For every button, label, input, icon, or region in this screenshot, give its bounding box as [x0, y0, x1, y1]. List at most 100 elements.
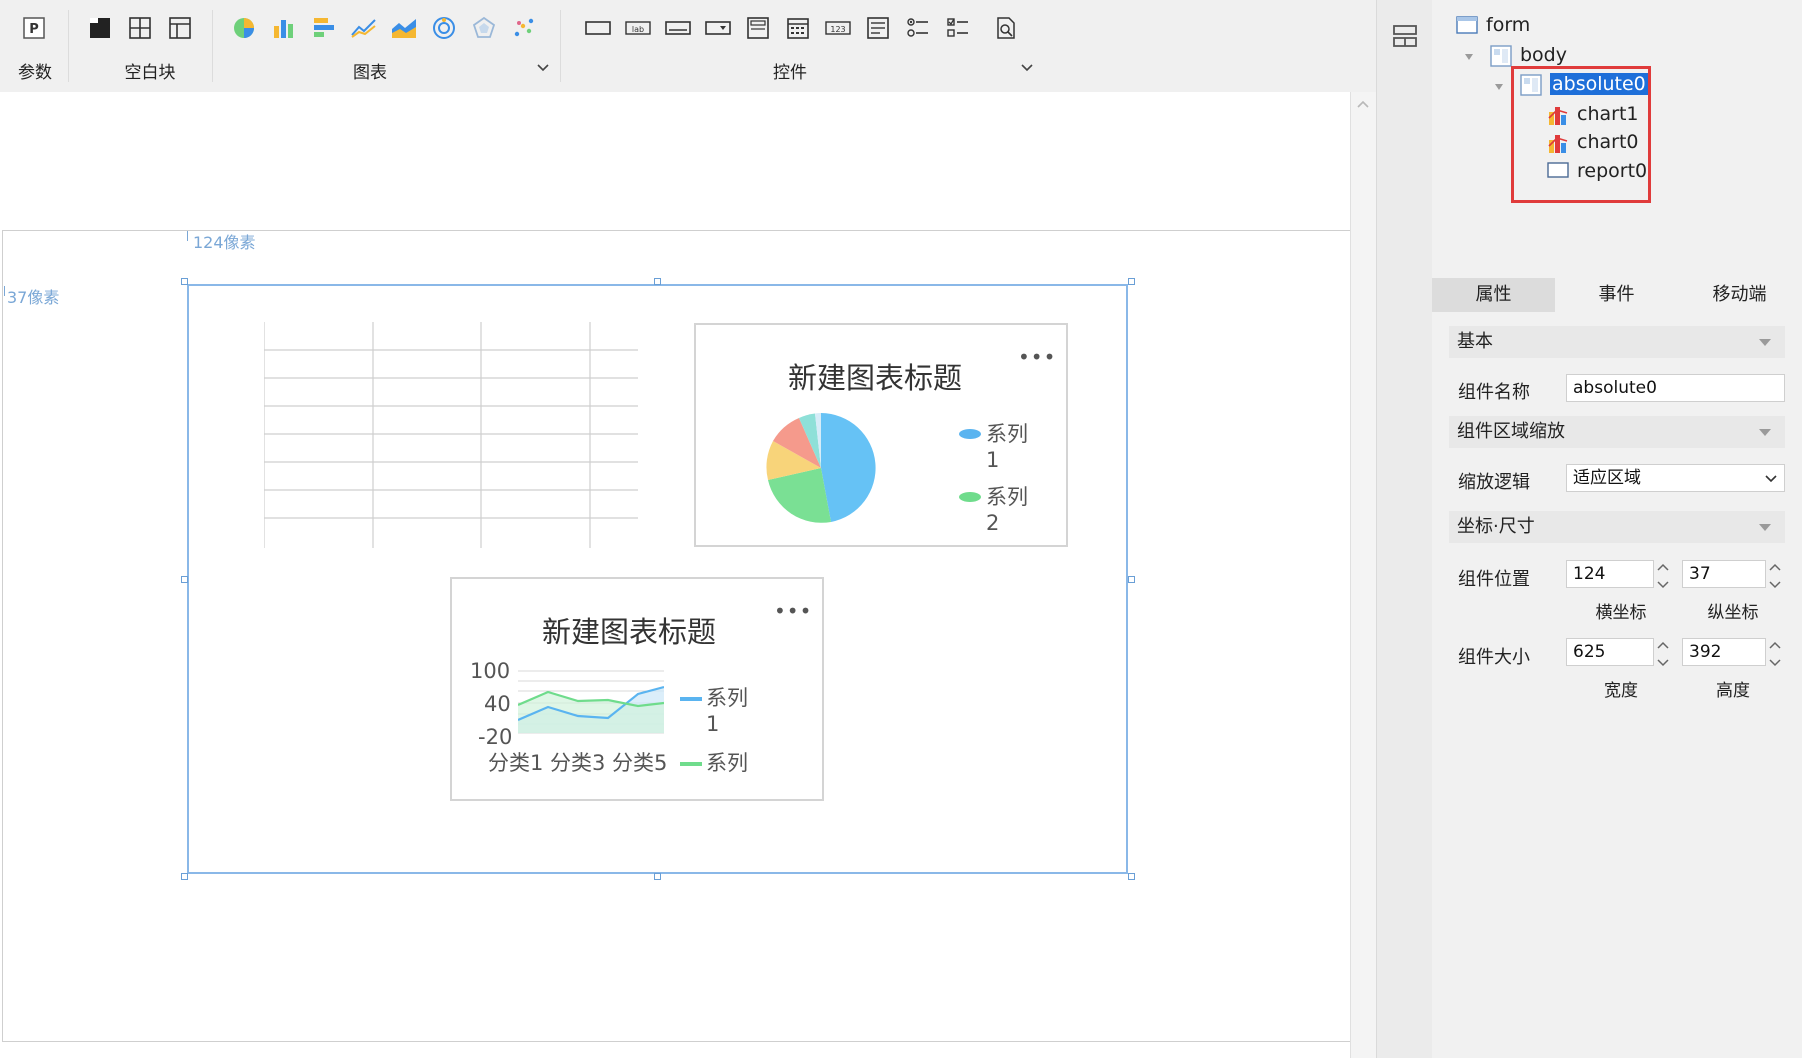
- tab-properties[interactable]: 属性: [1432, 278, 1555, 312]
- toolbar-separator: [560, 10, 561, 82]
- pie-chart-menu-icon[interactable]: •••: [1018, 347, 1056, 367]
- resize-handle-sw[interactable]: [181, 873, 188, 880]
- width-caption: 宽度: [1604, 681, 1638, 701]
- line-chart-title: 新建图表标题: [542, 615, 717, 649]
- width-input[interactable]: 625: [1566, 638, 1654, 666]
- resize-handle-ne[interactable]: [1128, 278, 1135, 285]
- width-stepper[interactable]: [1654, 634, 1672, 674]
- resize-handle-s[interactable]: [654, 873, 661, 880]
- button-control-icon[interactable]: [664, 14, 692, 42]
- component-name-input[interactable]: absolute0: [1566, 374, 1785, 402]
- section-scale[interactable]: 组件区域缩放: [1449, 416, 1785, 448]
- polygon-chart-icon[interactable]: [470, 14, 498, 42]
- height-stepper[interactable]: [1766, 634, 1784, 674]
- position-y-stepper[interactable]: [1766, 556, 1784, 596]
- textarea-control-icon[interactable]: [864, 14, 892, 42]
- vertical-scrollbar[interactable]: [1350, 92, 1377, 1058]
- pie-chart-plot: [766, 413, 876, 523]
- component-name-label: 组件名称: [1458, 382, 1530, 403]
- x-coordinate-label: 横坐标: [1595, 603, 1647, 623]
- frame-layout-icon[interactable]: [166, 14, 194, 42]
- pie-legend-label-2: 系列 2: [986, 485, 1028, 534]
- height-caption: 高度: [1716, 681, 1750, 701]
- scale-logic-select[interactable]: 适应区域: [1566, 464, 1785, 492]
- section-collapse-icon: [1759, 339, 1771, 346]
- dropdown-control-icon[interactable]: [704, 14, 732, 42]
- toolbar-group-blank-label: 空白块: [124, 63, 176, 83]
- horizontal-bar-icon[interactable]: [310, 14, 338, 42]
- tab-block-icon[interactable]: [86, 14, 114, 42]
- ruler-x-tick: [187, 231, 188, 241]
- line-legend-marker-2: [680, 762, 702, 766]
- line-legend-label-1: 系列 1: [706, 686, 748, 736]
- line-chart-menu-icon[interactable]: •••: [774, 601, 812, 621]
- toolbar-group-charts-label: 图表: [353, 63, 387, 83]
- body-node-icon: [1490, 45, 1512, 67]
- tree-node-form[interactable]: form: [1456, 14, 1530, 36]
- query-button-icon[interactable]: [992, 14, 1020, 42]
- tree-collapse-icon[interactable]: [1464, 52, 1474, 62]
- y-tick-label: 100: [470, 659, 511, 683]
- y-tick-label: 40: [484, 692, 511, 716]
- checkbox-group-icon[interactable]: [944, 14, 972, 42]
- property-tabs: 属性 事件 移动端: [1432, 278, 1802, 312]
- section-basic[interactable]: 基本: [1449, 326, 1785, 358]
- resize-handle-n[interactable]: [654, 278, 661, 285]
- pie-chart-widget[interactable]: 新建图表标题 ••• 系列 1 系列 2: [694, 323, 1068, 547]
- tab-mobile[interactable]: 移动端: [1678, 278, 1801, 312]
- textbox-icon[interactable]: [584, 14, 612, 42]
- line-chart-icon[interactable]: [350, 14, 378, 42]
- position-x-input[interactable]: 124: [1566, 560, 1654, 588]
- parameter-icon[interactable]: P: [20, 14, 48, 42]
- resize-handle-nw[interactable]: [181, 278, 188, 285]
- controls-expand-chevron-icon[interactable]: [1020, 62, 1034, 74]
- widget-layout-icon[interactable]: [1392, 24, 1418, 48]
- panel-control-icon[interactable]: [744, 14, 772, 42]
- pie-chart-title: 新建图表标题: [788, 361, 963, 395]
- toolbar-group-controls-label: 控件: [773, 63, 807, 83]
- toolbar-separator: [212, 10, 213, 82]
- x-tick-label: 分类5: [612, 751, 668, 775]
- toolbar-separator: [68, 10, 69, 82]
- pie-legend-marker-2: [959, 492, 981, 502]
- resize-handle-e[interactable]: [1128, 576, 1135, 583]
- area-chart-icon[interactable]: [390, 14, 418, 42]
- x-tick-label: 分类1: [488, 751, 544, 775]
- scroll-up-arrow-icon[interactable]: [1350, 92, 1376, 116]
- tree-annotation-highlight: [1511, 66, 1651, 203]
- position-x-stepper[interactable]: [1654, 556, 1672, 596]
- pie-legend-label-1: 系列 1: [986, 422, 1028, 472]
- report0-grid[interactable]: [264, 322, 638, 548]
- line-chart-plot: [518, 670, 664, 734]
- number-control-icon[interactable]: 123: [824, 14, 852, 42]
- height-input[interactable]: 392: [1682, 638, 1766, 666]
- toolbar: P 参数 空白块 图表 lab 123 控件: [0, 0, 1376, 92]
- line-legend-marker-1: [680, 697, 702, 701]
- x-tick-label: 分类3: [550, 751, 606, 775]
- tab-events[interactable]: 事件: [1555, 278, 1678, 312]
- ruler-x-label: 124像素: [193, 233, 256, 252]
- date-picker-icon[interactable]: [784, 14, 812, 42]
- side-toolstrip: [1376, 0, 1434, 1058]
- bar-chart-icon[interactable]: [270, 14, 298, 42]
- pie-slice-1: [821, 413, 876, 522]
- resize-handle-se[interactable]: [1128, 873, 1135, 880]
- label-icon[interactable]: lab: [624, 14, 652, 42]
- scatter-chart-icon[interactable]: [510, 14, 538, 42]
- tree-collapse-icon[interactable]: [1494, 82, 1504, 92]
- radar-chart-icon[interactable]: [430, 14, 458, 42]
- charts-expand-chevron-icon[interactable]: [536, 62, 550, 74]
- section-coordinates[interactable]: 坐标·尺寸: [1449, 511, 1785, 543]
- pie-chart-icon[interactable]: [230, 14, 258, 42]
- y-tick-label: -20: [478, 725, 513, 749]
- line-chart-widget[interactable]: 新建图表标题 ••• 100 40 -20 分类1 分类3 分类5 系列 1 系列: [450, 577, 824, 801]
- toolbar-group-params-label: 参数: [18, 63, 52, 83]
- position-y-input[interactable]: 37: [1682, 560, 1766, 588]
- radio-group-icon[interactable]: [904, 14, 932, 42]
- resize-handle-w[interactable]: [181, 576, 188, 583]
- size-label: 组件大小: [1458, 647, 1530, 668]
- split-layout-icon[interactable]: [126, 14, 154, 42]
- pie-legend-marker-1: [959, 429, 981, 439]
- svg-text:lab: lab: [632, 25, 644, 34]
- tree-node-body[interactable]: body: [1490, 44, 1567, 67]
